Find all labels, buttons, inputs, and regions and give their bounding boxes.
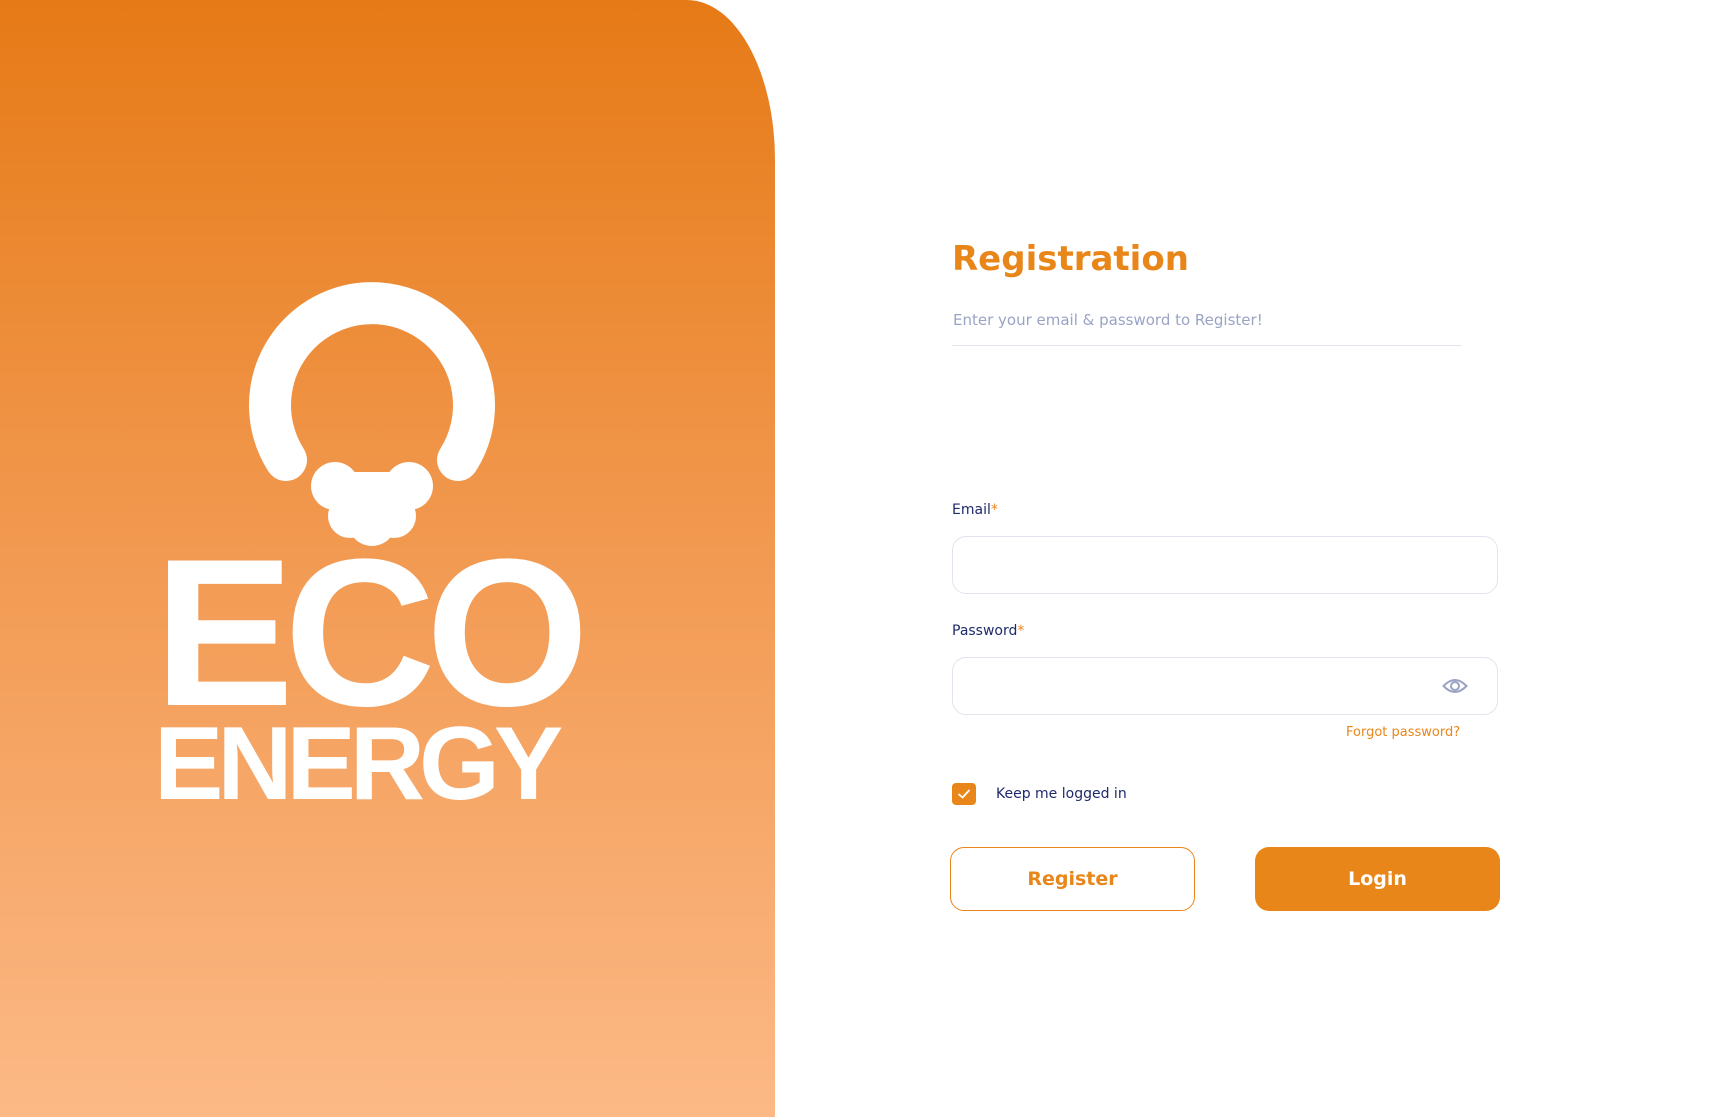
registration-page: ECO ENERGY Registration Enter your email… [0,0,1728,1117]
register-button[interactable]: Register [950,847,1195,911]
password-required-mark: * [1017,623,1025,639]
eco-energy-logo: ECO ENERGY [154,528,594,828]
email-field[interactable] [952,536,1498,594]
email-label: Email* [952,500,998,520]
page-title: Registration [952,239,1189,279]
password-label: Password* [952,621,1024,641]
forgot-password-link[interactable]: Forgot password? [1346,724,1460,742]
keep-logged-in-checkbox[interactable] [952,783,976,805]
password-label-text: Password [952,623,1018,639]
password-field[interactable] [952,657,1498,715]
email-label-text: Email [952,502,991,518]
logo-energy-text: ENERGY [154,706,563,822]
login-button[interactable]: Login [1255,847,1500,911]
lightbulb-logo-icon [249,282,495,546]
brand-panel: ECO ENERGY [0,0,775,1117]
page-subtitle: Enter your email & password to Register! [953,311,1263,329]
checkmark-icon [958,789,970,799]
show-password-toggle[interactable] [1441,673,1469,699]
email-required-mark: * [990,502,998,518]
eye-icon [1442,679,1468,693]
remember-row: Keep me logged in [952,782,1127,806]
keep-logged-in-label: Keep me logged in [996,786,1127,802]
title-divider [952,345,1462,346]
